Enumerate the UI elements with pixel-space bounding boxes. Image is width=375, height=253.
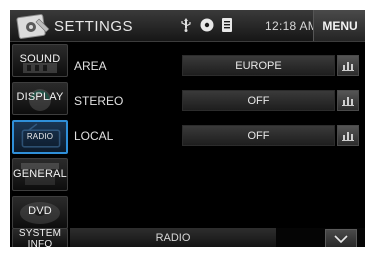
local-options-button[interactable] (337, 125, 359, 146)
area-label: AREA (74, 59, 107, 73)
page-title: SETTINGS (54, 18, 134, 35)
top-bar: SETTINGS 12:18 AM MENU (10, 10, 365, 42)
sd-card-icon (222, 18, 232, 32)
sidebar-item-label: DISPLAY (16, 91, 64, 103)
sidebar-item-radio[interactable]: RADIO (12, 120, 68, 154)
chevron-down-icon (334, 235, 348, 244)
sidebar-item-label: SOUND (19, 53, 61, 65)
settings-app-icon (16, 14, 50, 39)
settings-screen: SETTINGS 12:18 AM MENU SOUND DISPLAY RAD… (10, 10, 365, 247)
clock: 12:18 AM (265, 19, 319, 33)
sidebar-item-label: SYSTEM INFO (18, 228, 62, 247)
equalizer-icon (342, 62, 354, 71)
sidebar-item-display[interactable]: DISPLAY (12, 82, 68, 115)
sidebar: SOUND DISPLAY RADIO GENERAL DVD SYSTEM I… (10, 42, 70, 247)
sidebar-item-general[interactable]: GENERAL (12, 158, 68, 191)
sidebar-item-dvd[interactable]: DVD (12, 196, 68, 229)
stereo-value-button[interactable]: OFF (182, 90, 335, 111)
equalizer-icon (342, 97, 354, 106)
area-options-button[interactable] (337, 55, 359, 76)
menu-button[interactable]: MENU (313, 10, 365, 41)
scroll-down-button[interactable] (325, 229, 357, 247)
source-status-bar: RADIO (70, 228, 276, 247)
stereo-label: STEREO (74, 94, 124, 108)
local-value-button[interactable]: OFF (182, 125, 335, 146)
sidebar-item-label: RADIO (26, 132, 54, 141)
sidebar-item-label: DVD (28, 205, 52, 217)
stereo-options-button[interactable] (337, 90, 359, 111)
equalizer-icon (342, 132, 354, 141)
area-value-button[interactable]: EUROPE (182, 55, 335, 76)
disc-icon (200, 18, 214, 32)
sidebar-item-label: GENERAL (13, 168, 67, 180)
usb-icon (181, 18, 191, 32)
sidebar-item-sound[interactable]: SOUND (12, 44, 68, 77)
local-label: LOCAL (74, 129, 114, 143)
sidebar-item-system-info[interactable]: SYSTEM INFO (12, 228, 68, 247)
